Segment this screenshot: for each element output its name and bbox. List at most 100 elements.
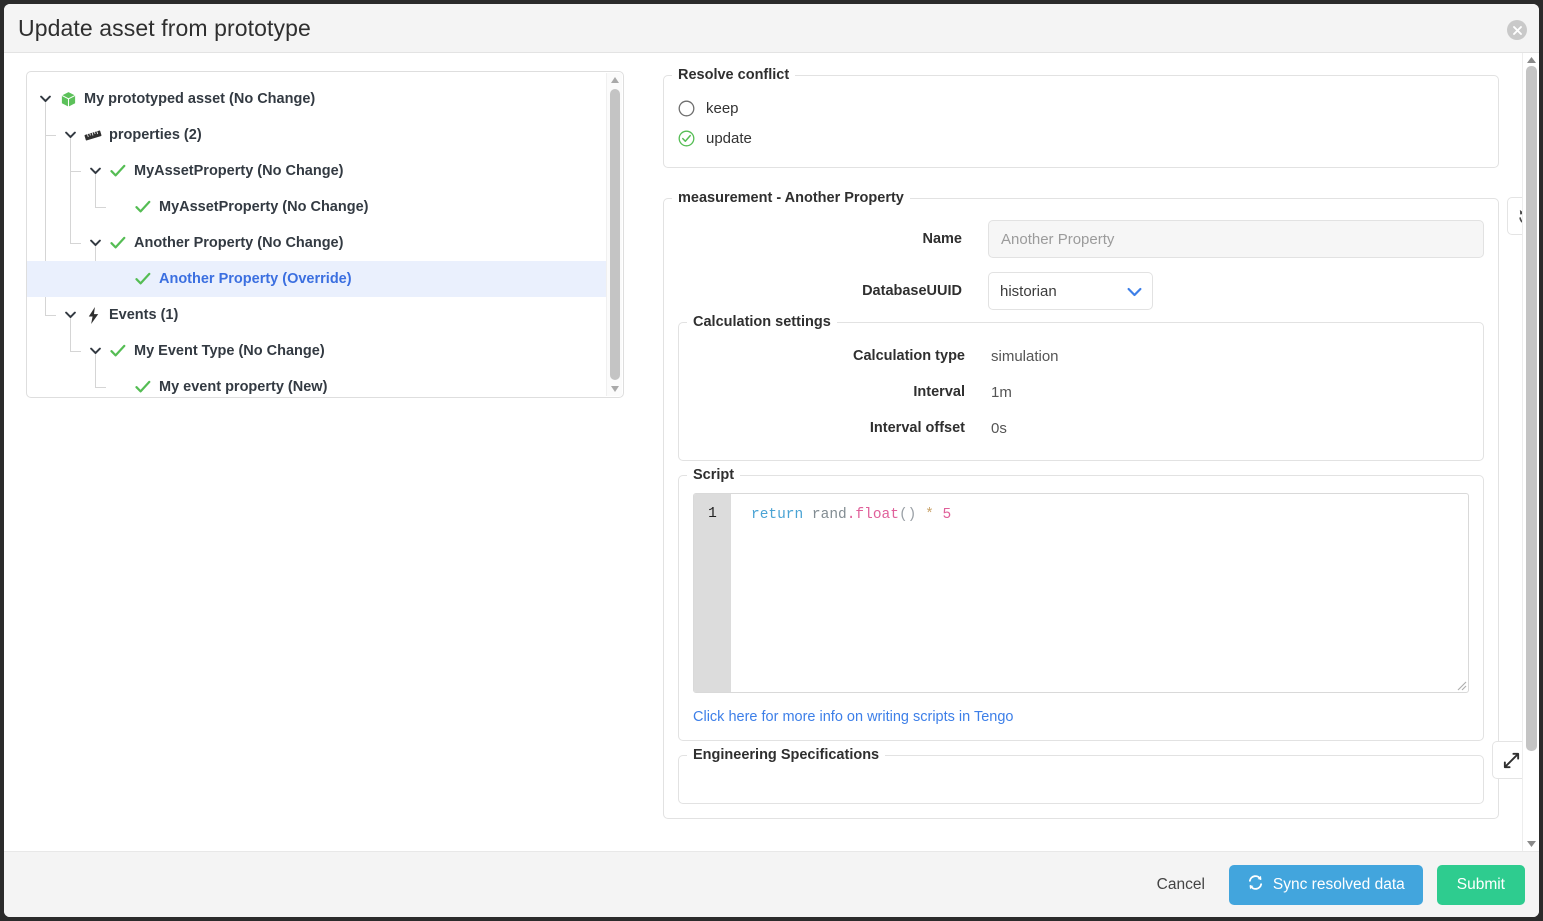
close-icon[interactable] — [1507, 20, 1527, 40]
tree-scrollbar[interactable] — [606, 73, 622, 396]
tree-caret-expanded-icon[interactable] — [87, 163, 103, 179]
tengo-docs-link[interactable]: Click here for more info on writing scri… — [693, 709, 1013, 725]
tree-node[interactable]: MyAssetProperty (No Change) — [27, 189, 606, 225]
chevron-down-glyph — [89, 239, 101, 246]
calculation-setting-value: simulation — [991, 347, 1059, 365]
green-check-glyph — [135, 380, 151, 393]
page-title: Update asset from prototype — [18, 14, 311, 41]
detail-scrollbar[interactable] — [1522, 53, 1539, 851]
close-glyph — [1512, 25, 1522, 35]
tree-caret-expanded-icon[interactable] — [37, 91, 53, 107]
ruler-icon — [84, 126, 102, 144]
tree-node-label: My event property (New) — [159, 378, 328, 395]
tree-node[interactable]: My event property (New) — [27, 369, 606, 397]
tree-scroll-up-icon[interactable] — [607, 73, 623, 87]
token-operator: * — [925, 507, 934, 523]
green-check-glyph — [110, 236, 126, 249]
tree-pane: My prototyped asset (No Change) propertie… — [4, 53, 649, 851]
calculation-setting-row: Calculation type simulation — [679, 338, 1469, 374]
tree-caret-expanded-icon[interactable] — [62, 127, 78, 143]
tree-node[interactable]: Events (1) — [27, 297, 606, 333]
calculation-settings-body: Calculation type simulation Interval 1m Inte… — [679, 330, 1483, 460]
caret-down-glyph — [1526, 841, 1536, 847]
script-resize-handle[interactable] — [1453, 677, 1467, 691]
database-select[interactable]: historian — [988, 272, 1153, 310]
caret-up-glyph — [1526, 57, 1536, 63]
resize-grip-glyph — [1457, 681, 1467, 691]
name-label: Name — [922, 231, 963, 247]
chevron-down-glyph — [64, 311, 76, 318]
measurement-body: Name DatabaseUUID historian — [664, 206, 1530, 818]
green-check-icon — [109, 234, 127, 252]
token-space-2 — [916, 507, 925, 523]
tree-node-label: Events (1) — [109, 306, 179, 323]
detail-pane: Resolve conflict keep update measurement… — [649, 53, 1539, 851]
radio-unchecked-icon — [678, 100, 695, 117]
tree-node[interactable]: My prototyped asset (No Change) — [27, 81, 606, 117]
submit-button[interactable]: Submit — [1436, 864, 1525, 905]
dialog-footer: Cancel Sync resolved data Submit — [4, 851, 1539, 917]
green-check-icon — [134, 198, 152, 216]
green-check-glyph — [135, 272, 151, 285]
calculation-setting-value: 0s — [991, 419, 1007, 437]
sync-resolved-data-button[interactable]: Sync resolved data — [1228, 864, 1423, 905]
tree-node-label: My prototyped asset (No Change) — [84, 90, 316, 107]
detail-scroll-thumb[interactable] — [1526, 66, 1537, 751]
tree-node[interactable]: properties (2) — [27, 117, 606, 153]
ruler-glyph — [84, 130, 102, 140]
script-code[interactable]: return rand.float() * 5 — [731, 494, 1468, 692]
dialog-body: My prototyped asset (No Change) propertie… — [4, 53, 1539, 851]
tree-scroll-thumb[interactable] — [610, 89, 620, 380]
tree-node-list: My prototyped asset (No Change) propertie… — [27, 72, 606, 397]
engineering-specifications-section: Engineering Specifications — [678, 741, 1530, 804]
database-label: DatabaseUUID — [862, 283, 962, 299]
circle-check-glyph — [678, 130, 695, 146]
chevron-down-glyph — [89, 167, 101, 174]
chevron-down-glyph — [89, 347, 101, 354]
token-number: 5 — [942, 507, 952, 523]
calculation-setting-label: Interval offset — [869, 420, 965, 436]
radio-label-update: update — [706, 129, 752, 147]
tree-caret-expanded-icon[interactable] — [87, 343, 103, 359]
calculation-setting-row: Interval offset 0s — [679, 410, 1469, 446]
green-check-glyph — [135, 200, 151, 213]
resolve-conflict-section: Resolve conflict keep update — [663, 67, 1499, 168]
tree-caret-expanded-icon[interactable] — [87, 235, 103, 251]
line-number-gutter: 1 — [694, 494, 731, 692]
tree-scroll-down-icon[interactable] — [607, 382, 623, 396]
tree-node-label: MyAssetProperty (No Change) — [159, 198, 369, 215]
token-identifier: rand — [811, 507, 847, 523]
lightning-bolt-icon — [84, 306, 102, 324]
tree-node-label: My Event Type (No Change) — [134, 342, 325, 359]
calculation-settings-section: Calculation settings Calculation type sim… — [678, 314, 1484, 461]
green-check-glyph — [110, 164, 126, 177]
calculation-setting-label: Calculation type — [853, 348, 965, 364]
name-field-row: Name — [678, 220, 1484, 258]
tree-node-selected[interactable]: Another Property (Override) — [27, 261, 606, 297]
green-check-icon — [134, 378, 152, 396]
sync-button-label: Sync resolved data — [1272, 875, 1405, 893]
name-input[interactable] — [988, 220, 1484, 258]
script-editor[interactable]: 1 return rand.float() * 5 — [693, 493, 1469, 693]
radio-option-update[interactable]: update — [678, 123, 1484, 153]
token-keyword: return — [751, 507, 804, 523]
tree-node[interactable]: My Event Type (No Change) — [27, 333, 606, 369]
script-legend: Script — [693, 467, 735, 483]
tree-node[interactable]: Another Property (No Change) — [27, 225, 606, 261]
tree-node-label: Another Property (Override) — [159, 270, 352, 287]
tree-caret-expanded-icon[interactable] — [62, 307, 78, 323]
detail-scroll-down-icon[interactable] — [1523, 837, 1539, 851]
lightning-bolt-glyph — [88, 306, 98, 324]
database-select-wrap: historian — [988, 272, 1153, 310]
token-space-1 — [803, 507, 812, 523]
detail-scroll-up-icon[interactable] — [1523, 53, 1539, 67]
tree-node[interactable]: MyAssetProperty (No Change) — [27, 153, 606, 189]
token-function: .float — [846, 507, 899, 523]
database-field-row: DatabaseUUID historian — [678, 272, 1484, 310]
green-cube-glyph — [61, 91, 75, 107]
sync-icon — [1247, 874, 1264, 896]
radio-option-keep[interactable]: keep — [678, 93, 1484, 123]
cancel-button[interactable]: Cancel — [1147, 866, 1215, 904]
dialog-header: Update asset from prototype — [4, 4, 1539, 53]
calculation-setting-row: Interval 1m — [679, 374, 1469, 410]
